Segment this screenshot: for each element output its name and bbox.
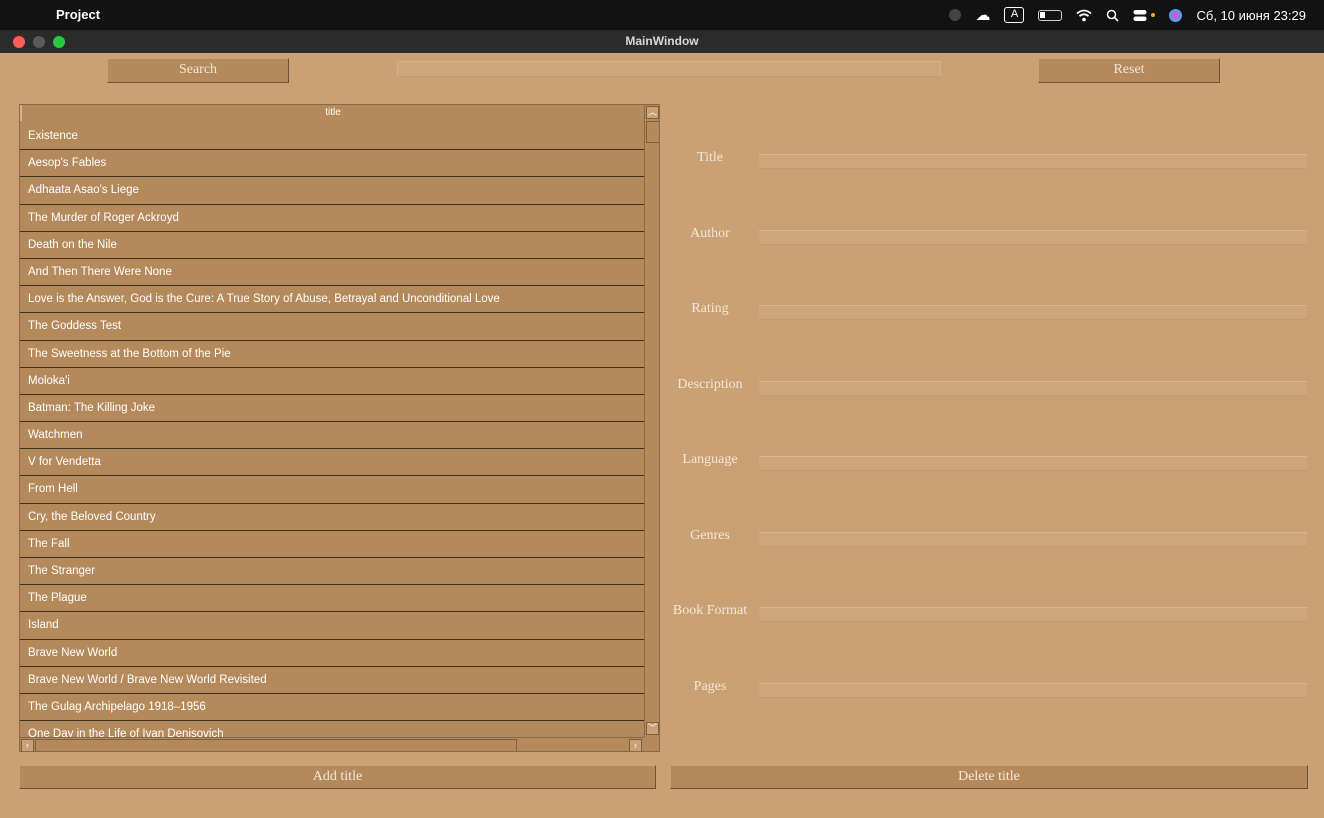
siri-icon[interactable] (1169, 8, 1183, 22)
status-area: ☁ A Сб, 10 июня 23:29 (949, 0, 1306, 30)
table-row[interactable]: Moloka'i (20, 368, 644, 395)
book-format-label: Book Format (672, 603, 748, 618)
mic-in-use-icon (1151, 13, 1156, 17)
table-row[interactable]: Island (20, 612, 644, 640)
control-center-icon[interactable] (1133, 9, 1147, 22)
table-row[interactable]: Watchmen (20, 422, 644, 450)
wifi-icon[interactable] (1076, 9, 1093, 22)
spotlight-search-icon[interactable] (1106, 9, 1120, 22)
search-input[interactable] (397, 61, 941, 77)
rating-label: Rating (691, 301, 729, 316)
rating-field[interactable] (759, 305, 1307, 320)
table-row[interactable]: V for Vendetta (20, 449, 644, 477)
delete-title-button[interactable]: Delete title (670, 765, 1308, 789)
genres-label: Genres (690, 528, 730, 543)
search-button[interactable]: Search (107, 58, 289, 83)
record-indicator-icon[interactable] (949, 9, 962, 21)
table-row[interactable]: From Hell (20, 476, 644, 504)
menubar-clock[interactable]: Сб, 10 июня 23:29 (1196, 8, 1306, 23)
table-row[interactable]: The Gulag Archipelago 1918–1956 (20, 694, 644, 722)
table-row[interactable]: The Sweetness at the Bottom of the Pie (20, 341, 644, 368)
pages-field[interactable] (759, 683, 1307, 698)
titles-table[interactable]: title Existence Aesop's Fables Adhaata Asa… (19, 104, 660, 752)
table-row[interactable]: Adhaata Asao's Liege (20, 177, 644, 205)
table-row[interactable]: Brave New World (20, 640, 644, 667)
scroll-right-arrow-icon[interactable]: › (629, 739, 642, 751)
table-row[interactable]: The Goddess Test (20, 313, 644, 341)
window-titlebar[interactable]: MainWindow (0, 30, 1324, 53)
scroll-up-arrow-icon[interactable]: ︿ (646, 106, 659, 119)
table-row[interactable]: The Murder of Roger Ackroyd (20, 205, 644, 232)
language-label: Language (682, 452, 738, 467)
title-label: Title (697, 150, 723, 165)
description-field[interactable] (759, 381, 1307, 396)
cloud-icon[interactable]: ☁ (975, 6, 990, 24)
table-row[interactable]: Batman: The Killing Joke (20, 395, 644, 423)
horizontal-scroll-thumb[interactable] (35, 739, 517, 751)
vertical-scrollbar[interactable]: ︿ ﹀ (644, 105, 659, 737)
add-title-button[interactable]: Add title (19, 765, 656, 789)
table-row[interactable]: Brave New World / Brave New World Revisi… (20, 667, 644, 694)
table-row[interactable]: Existence (20, 123, 644, 151)
language-field[interactable] (759, 456, 1307, 471)
keyboard-layout-icon[interactable]: A (1004, 7, 1025, 23)
table-row[interactable]: Aesop's Fables (20, 150, 644, 178)
vertical-scroll-thumb[interactable] (646, 121, 659, 143)
reset-button[interactable]: Reset (1038, 58, 1220, 83)
book-format-field[interactable] (759, 607, 1307, 622)
app-menu-name[interactable]: Project (56, 7, 100, 22)
table-rows: Existence Aesop's Fables Adhaata Asao's Li… (20, 123, 644, 749)
table-row[interactable]: Love is the Answer, God is the Cure: A T… (20, 286, 644, 314)
author-label: Author (690, 226, 730, 241)
table-row[interactable]: The Stranger (20, 558, 644, 586)
title-field[interactable] (759, 154, 1307, 169)
author-field[interactable] (759, 230, 1307, 245)
window-title: MainWindow (625, 34, 699, 48)
scroll-left-arrow-icon[interactable]: ‹ (21, 739, 34, 751)
table-row[interactable]: The Plague (20, 585, 644, 613)
column-header-title[interactable]: title (20, 105, 644, 121)
battery-icon[interactable] (1038, 9, 1063, 21)
description-label: Description (677, 377, 743, 392)
table-row[interactable]: Cry, the Beloved Country (20, 504, 644, 531)
menu-bar: Project ☁ A Сб, 10 июня 23:29 (0, 0, 1324, 30)
table-row[interactable]: The Fall (20, 531, 644, 558)
genres-field[interactable] (759, 532, 1307, 547)
pages-label: Pages (693, 679, 727, 694)
table-row[interactable]: And Then There Were None (20, 259, 644, 287)
horizontal-scrollbar[interactable]: ‹ › (20, 737, 644, 751)
table-row[interactable]: Death on the Nile (20, 232, 644, 259)
scroll-down-arrow-icon[interactable]: ﹀ (646, 722, 659, 735)
